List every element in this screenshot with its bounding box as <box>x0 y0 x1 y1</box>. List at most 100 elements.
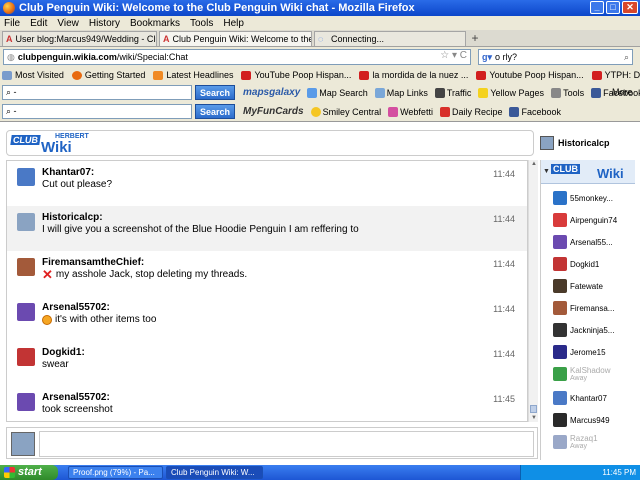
user-list-item[interactable]: KalShadow Away <box>553 364 635 384</box>
search-icon[interactable]: ⌕ <box>624 52 629 63</box>
menu-view[interactable]: View <box>57 18 79 29</box>
wiki-logo[interactable]: CLUB HERBERT Wiki <box>10 133 91 156</box>
taskbar-item-firefox[interactable]: Club Penguin Wiki: W... <box>166 466 263 479</box>
user-list-item[interactable]: Jerome15 <box>553 342 635 362</box>
myfuncards-toolbar: ⌕ - Search MyFunCards Smiley Central Web… <box>0 102 640 121</box>
tab-connecting[interactable]: ◌ Connecting... <box>314 31 466 46</box>
map-links-link[interactable]: Map Links <box>374 87 428 98</box>
chat-message: Dogkid1: swear 11:44 <box>7 341 527 386</box>
user-list-item[interactable]: Razaq1 Away <box>553 432 635 452</box>
chat-message: Historicalcp: I will give you a screensh… <box>7 206 527 251</box>
user-list-item[interactable]: Firemansa... <box>553 298 635 318</box>
yellow-pages-link[interactable]: Yellow Pages <box>478 87 544 98</box>
bookmark-icon <box>2 70 12 80</box>
tab-chat[interactable]: A Club Penguin Wiki: Welcome to the Club… <box>159 31 312 46</box>
avatar <box>553 279 567 293</box>
chat-page: CLUB HERBERT Wiki Historicalcp Khantar07… <box>0 121 640 465</box>
menu-help[interactable]: Help <box>223 18 244 29</box>
chat-message: Khantar07: Cut out please? 11:44 <box>7 161 527 206</box>
bookmark-star-icon[interactable]: ☆ ▾ C <box>440 50 467 61</box>
user-list-item[interactable]: Dogkid1 <box>553 254 635 274</box>
map-search-link[interactable]: Map Search <box>307 87 368 98</box>
tab-wedding-blog[interactable]: A User blog:Marcus949/Wedding - Club Pe.… <box>2 31 157 46</box>
bookmark-youtube-3[interactable]: Youtube Poop Hispan... <box>476 70 584 80</box>
user-list-item[interactable]: Jackninja5... <box>553 320 635 340</box>
away-label: Away <box>570 443 587 450</box>
start-button[interactable]: start <box>0 465 58 480</box>
menu-edit[interactable]: Edit <box>30 18 47 29</box>
menu-bookmarks[interactable]: Bookmarks <box>130 18 180 29</box>
tools-link[interactable]: Tools <box>551 87 584 98</box>
toolbar-search-input[interactable]: ⌕ - <box>2 85 192 100</box>
windows-logo-icon <box>4 467 15 478</box>
user-list: ▼ CLUB Wiki 55monkey... Airpenguin74 Ars… <box>540 160 635 460</box>
myfuncards-logo[interactable]: MyFunCards <box>243 106 304 117</box>
loading-icon: ◌ <box>318 34 324 44</box>
recipe-icon <box>439 106 450 117</box>
user-list-item[interactable]: Arsenal55... <box>553 232 635 252</box>
webfetti-link[interactable]: Webfetti <box>388 106 433 117</box>
menu-history[interactable]: History <box>89 18 120 29</box>
toolbar-search-button-2[interactable]: Search <box>195 104 235 119</box>
avatar <box>553 191 567 205</box>
user-list-item[interactable]: Airpenguin74 <box>553 210 635 230</box>
minimize-button[interactable]: _ <box>590 1 604 14</box>
url-path: /wiki/Special:Chat <box>116 52 188 62</box>
clock[interactable]: 11:45 PM <box>602 468 636 477</box>
user-list-header[interactable]: ▼ CLUB Wiki <box>541 160 635 184</box>
url-bar[interactable]: ◍ clubpenguin.wikia.com /wiki/Special:Ch… <box>3 49 471 65</box>
new-tab-button[interactable]: + <box>468 31 482 46</box>
scroll-up-icon[interactable]: ▲ <box>529 160 539 168</box>
map-links-icon <box>374 87 385 98</box>
chat-messages: Khantar07: Cut out please? 11:44 Histori… <box>6 160 528 422</box>
avatar <box>11 432 35 456</box>
user-list-item[interactable]: 55monkey... <box>553 188 635 208</box>
maximize-button[interactable]: □ <box>606 1 620 14</box>
daily-recipe-link[interactable]: Daily Recipe <box>439 106 502 117</box>
user-list-item[interactable]: Khantar07 <box>553 388 635 408</box>
bookmark-youtube-4[interactable]: YTPH: Don Pendejo pi... <box>591 70 640 80</box>
firefox-icon <box>3 2 15 14</box>
toolbar-search-input-2[interactable]: ⌕ - <box>2 104 192 119</box>
tab-bar: A User blog:Marcus949/Wedding - Club Pe.… <box>0 30 640 47</box>
chat-scrollbar[interactable]: ▲ ▼ <box>528 160 538 422</box>
facebook-link-2[interactable]: Facebook <box>509 106 561 117</box>
search-bar[interactable]: g▾ o rly? ⌕ <box>478 49 633 65</box>
avatar <box>17 258 35 276</box>
avatar <box>17 303 35 321</box>
gear-icon <box>551 87 562 98</box>
smiley-central-link[interactable]: Smiley Central <box>310 106 381 117</box>
bookmark-most-visited[interactable]: Most Visited <box>2 70 64 80</box>
avatar <box>17 168 35 186</box>
scroll-down-icon[interactable]: ▼ <box>529 414 539 422</box>
scroll-thumb[interactable] <box>530 405 537 413</box>
menu-file[interactable]: File <box>4 18 20 29</box>
bookmark-getting-started[interactable]: Getting Started <box>71 70 145 80</box>
firefox-window: Club Penguin Wiki: Welcome to the Club P… <box>0 0 640 480</box>
rss-icon <box>153 70 164 80</box>
webfetti-icon <box>388 106 399 117</box>
away-label: Away <box>570 375 587 382</box>
site-identity-icon: ◍ <box>7 51 15 62</box>
menu-bar: File Edit View History Bookmarks Tools H… <box>0 16 640 30</box>
menu-tools[interactable]: Tools <box>190 18 213 29</box>
avatar <box>553 257 567 271</box>
collapse-arrow-icon[interactable]: ▼ <box>543 168 550 175</box>
traffic-link[interactable]: Traffic <box>434 87 471 98</box>
mapsgalaxy-logo[interactable]: mapsgalaxy <box>243 87 300 98</box>
bookmark-youtube-2[interactable]: la mordida de la nuez ... <box>359 70 468 80</box>
firefox-icon <box>71 70 82 80</box>
bookmark-youtube-1[interactable]: YouTube Poop Hispan... <box>241 70 351 80</box>
title-bar[interactable]: Club Penguin Wiki: Welcome to the Club P… <box>0 0 640 16</box>
bookmark-latest-headlines[interactable]: Latest Headlines <box>153 70 233 80</box>
chat-message: FiremansamtheChief: ✕ my asshole Jack, st… <box>7 251 527 296</box>
more-button[interactable]: More <box>612 87 633 97</box>
user-list-item[interactable]: Fatewate <box>553 276 635 296</box>
yellow-pages-icon <box>478 87 489 98</box>
close-button[interactable]: ✕ <box>622 1 638 14</box>
chat-message-input[interactable] <box>39 431 534 457</box>
taskbar-item-paint[interactable]: Proof.png (79%) - Pa... <box>68 466 163 479</box>
avatar <box>553 435 567 449</box>
user-list-item[interactable]: Marcus949 <box>553 410 635 430</box>
toolbar-search-button[interactable]: Search <box>195 85 235 100</box>
